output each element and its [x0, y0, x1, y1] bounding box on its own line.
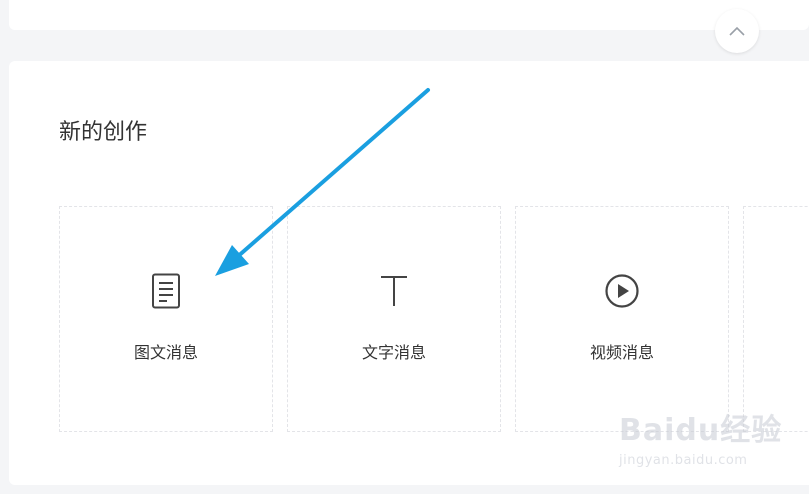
tile-more[interactable]: [743, 206, 809, 432]
tile-label-text: 文字消息: [361, 343, 426, 362]
article-icon: [146, 271, 186, 311]
baidu-watermark-logo: Baidu经验: [619, 413, 783, 448]
collapse-button[interactable]: [715, 9, 759, 53]
chevron-up-icon: [729, 26, 745, 36]
tile-label-article: 图文消息: [133, 343, 198, 362]
watermark: Baidu经验 jingyan.baidu.com: [615, 405, 805, 485]
section-title: 新的创作: [59, 120, 148, 145]
previous-panel: [9, 0, 809, 30]
baidu-watermark-url: jingyan.baidu.com: [619, 453, 748, 468]
tile-text-message[interactable]: 文字消息: [287, 206, 501, 432]
tile-label-video: 视频消息: [589, 343, 654, 362]
tile-article-message[interactable]: 图文消息: [59, 206, 273, 432]
tile-video-message[interactable]: 视频消息: [515, 206, 729, 432]
text-icon: [374, 271, 414, 311]
play-circle-icon: [602, 271, 642, 311]
